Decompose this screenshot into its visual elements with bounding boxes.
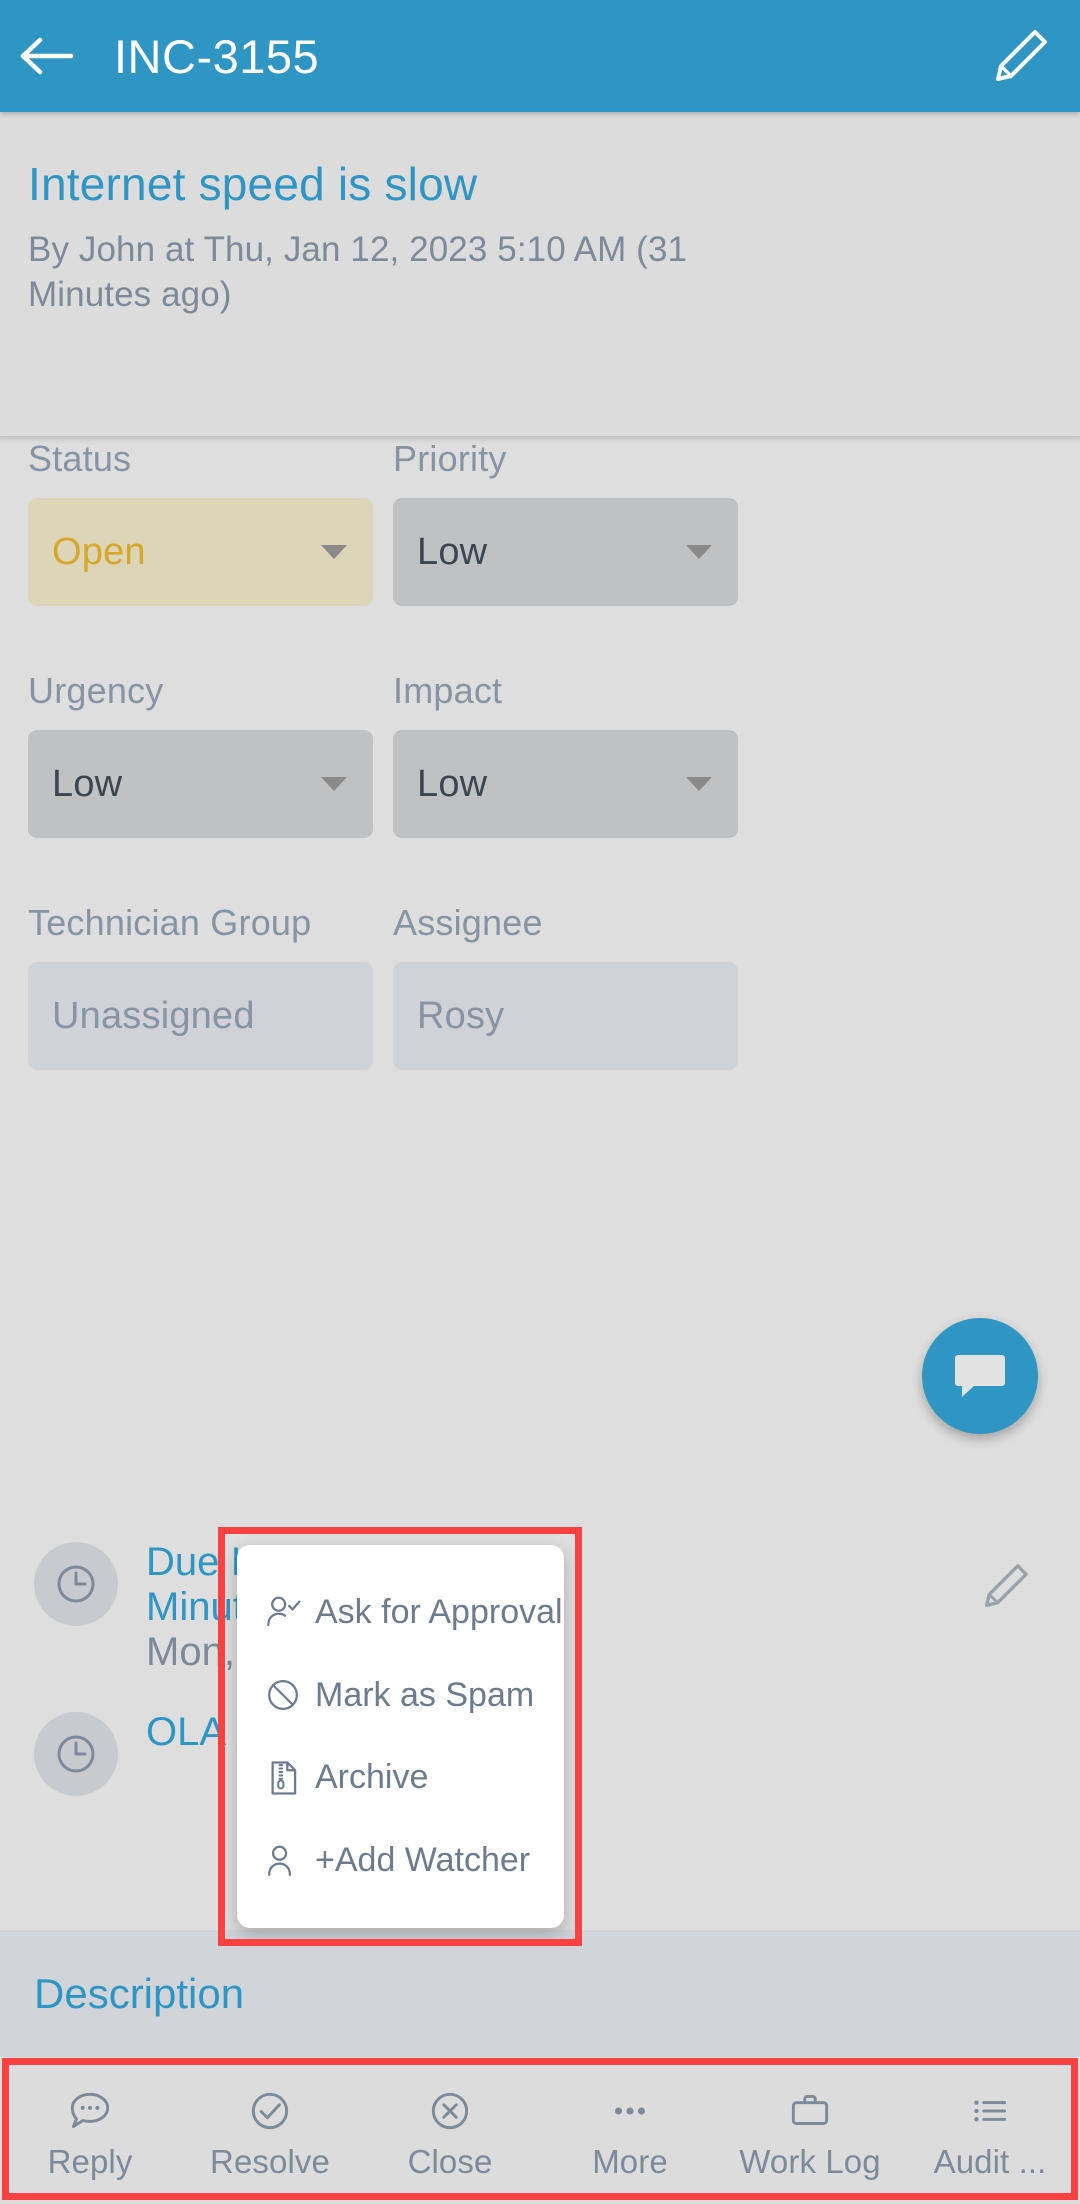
ticket-header-card: Internet speed is slow By John at Thu, J… [0,112,1080,436]
toolbar-button-label: Close [407,2143,493,2180]
person-add-icon [261,1842,305,1880]
toolbar-button-label: Resolve [210,2143,330,2180]
field-technician-group: Technician Group Unassigned [28,900,373,1070]
field-row-urgency-impact: Urgency Low Impact Low [28,668,1052,838]
description-section-header[interactable]: Description [0,1930,1080,2057]
assignee-value: Rosy [417,994,505,1037]
status-dropdown[interactable]: Open [28,498,373,606]
toolbar-button-resolve[interactable]: Resolve [180,2062,360,2204]
due-by-edit-button[interactable] [966,1538,1046,1612]
toolbar-button-close[interactable]: Close [360,2062,540,2204]
row-spacer [28,606,1052,668]
app-bar-title: INC-3155 [114,29,320,83]
field-assignee-label: Assignee [393,902,543,943]
row-spacer [28,838,1052,900]
field-row-group-assignee: Technician Group Unassigned Assignee Ros… [28,900,1052,1070]
menu-item-label: Ask for Approval [315,1592,563,1631]
urgency-dropdown[interactable]: Low [28,730,373,838]
field-technician-group-label: Technician Group [28,902,312,943]
chevron-down-icon [321,777,347,791]
menu-item-ask-for-approval[interactable]: Ask for Approval [237,1575,564,1649]
archive-file-icon [261,1759,305,1797]
clock-icon [57,1565,95,1603]
ticket-fields: Status Open Priority Low Urgency Low Imp… [0,436,1080,1070]
list-icon [965,2085,1015,2137]
app-bar: INC-3155 [0,0,1080,112]
field-impact-label: Impact [393,670,503,711]
briefcase-icon [785,2085,835,2137]
chevron-down-icon [686,545,712,559]
menu-item-label: Mark as Spam [315,1675,535,1714]
menu-item-add-watcher[interactable]: +Add Watcher [237,1824,564,1898]
block-circle-icon [261,1676,305,1714]
assignee-field[interactable]: Rosy [393,962,738,1070]
field-urgency-label: Urgency [28,670,164,711]
field-status: Status Open [28,436,373,606]
field-priority-label: Priority [393,438,507,479]
avatar [34,1542,118,1626]
urgency-value: Low [52,762,123,805]
status-value: Open [52,530,146,573]
priority-value: Low [417,530,488,573]
field-status-label: Status [28,438,132,479]
toolbar-button-more[interactable]: More [540,2062,720,2204]
field-impact: Impact Low [393,668,738,838]
ellipsis-icon [605,2085,655,2137]
menu-item-label: +Add Watcher [315,1841,531,1880]
arrow-left-icon [20,37,74,75]
technician-group-value: Unassigned [52,994,255,1037]
check-circle-icon [245,2085,295,2137]
pencil-icon [996,30,1047,81]
toolbar-button-label: More [592,2143,668,2180]
menu-item-label: Archive [315,1758,429,1797]
impact-value: Low [417,762,488,805]
chevron-down-icon [686,777,712,791]
bottom-action-toolbar: Reply Resolve Close More Work Log Audit … [0,2062,1080,2204]
menu-item-mark-as-spam[interactable]: Mark as Spam [237,1658,564,1732]
ticket-meta: By John at Thu, Jan 12, 2023 5:10 AM (31… [28,229,688,315]
menu-item-archive[interactable]: Archive [237,1741,564,1815]
field-row-status-priority: Status Open Priority Low [28,436,1052,606]
clock-icon [57,1735,95,1773]
chat-fab-button[interactable] [922,1318,1038,1434]
field-priority: Priority Low [393,436,738,606]
description-label: Description [34,1969,245,2017]
ola-edit-placeholder [966,1708,1046,1730]
toolbar-button-label: Work Log [739,2143,881,2180]
field-assignee: Assignee Rosy [393,900,738,1070]
chat-bubble-icon [955,1355,1005,1397]
field-urgency: Urgency Low [28,668,373,838]
chat-dots-icon [65,2085,115,2137]
x-circle-icon [425,2085,475,2137]
ticket-title: Internet speed is slow [28,158,478,210]
toolbar-button-reply[interactable]: Reply [0,2062,180,2204]
more-actions-popup-menu: Ask for Approval Mark as Spam Archive +A… [237,1545,564,1928]
app-screen: INC-3155 Internet speed is slow By John … [0,0,1080,2204]
toolbar-button-work-log[interactable]: Work Log [720,2062,900,2204]
avatar [34,1712,118,1797]
toolbar-button-audit[interactable]: Audit ... [900,2062,1080,2204]
edit-ticket-button[interactable] [962,0,1080,112]
toolbar-button-label: Audit ... [933,2143,1047,2180]
pencil-icon [985,1564,1028,1607]
impact-dropdown[interactable]: Low [393,730,738,838]
chevron-down-icon [321,545,347,559]
toolbar-button-label: Reply [47,2143,133,2180]
person-check-icon [261,1593,305,1631]
technician-group-field[interactable]: Unassigned [28,962,373,1070]
priority-dropdown[interactable]: Low [393,498,738,606]
back-button[interactable] [0,0,96,112]
